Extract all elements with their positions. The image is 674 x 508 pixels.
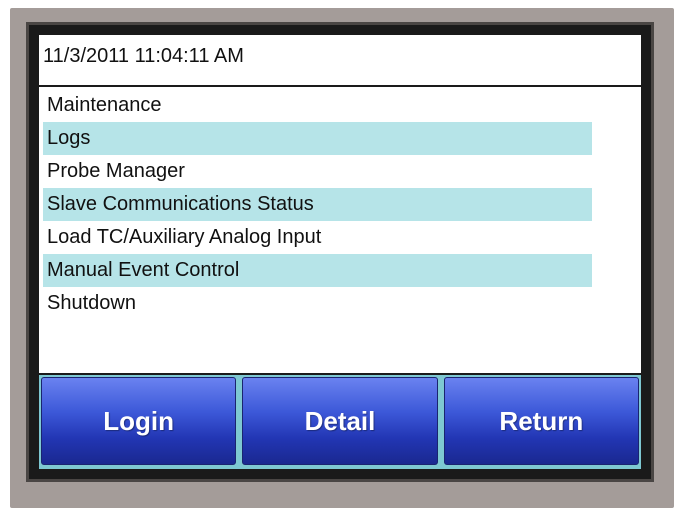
menu-list: Maintenance Logs Probe Manager Slave Com…: [39, 87, 641, 373]
return-button[interactable]: Return: [443, 377, 639, 465]
screen-frame: 11/3/2011 11:04:11 AM Maintenance Logs P…: [26, 22, 654, 482]
menu-item-shutdown[interactable]: Shutdown: [43, 287, 592, 320]
menu-item-probe-manager[interactable]: Probe Manager: [43, 155, 592, 188]
device-bezel: 11/3/2011 11:04:11 AM Maintenance Logs P…: [10, 8, 674, 508]
datetime-display: 11/3/2011 11:04:11 AM: [39, 35, 641, 87]
menu-item-slave-communications-status[interactable]: Slave Communications Status: [43, 188, 592, 221]
menu-item-load-tc-auxiliary-analog-input[interactable]: Load TC/Auxiliary Analog Input: [43, 221, 592, 254]
menu-item-manual-event-control[interactable]: Manual Event Control: [43, 254, 592, 287]
menu-item-logs[interactable]: Logs: [43, 122, 592, 155]
button-bar: Login Detail Return: [39, 373, 641, 469]
login-button[interactable]: Login: [41, 377, 237, 465]
detail-button[interactable]: Detail: [242, 377, 438, 465]
touch-screen: 11/3/2011 11:04:11 AM Maintenance Logs P…: [39, 35, 641, 469]
menu-item-maintenance[interactable]: Maintenance: [43, 89, 592, 122]
